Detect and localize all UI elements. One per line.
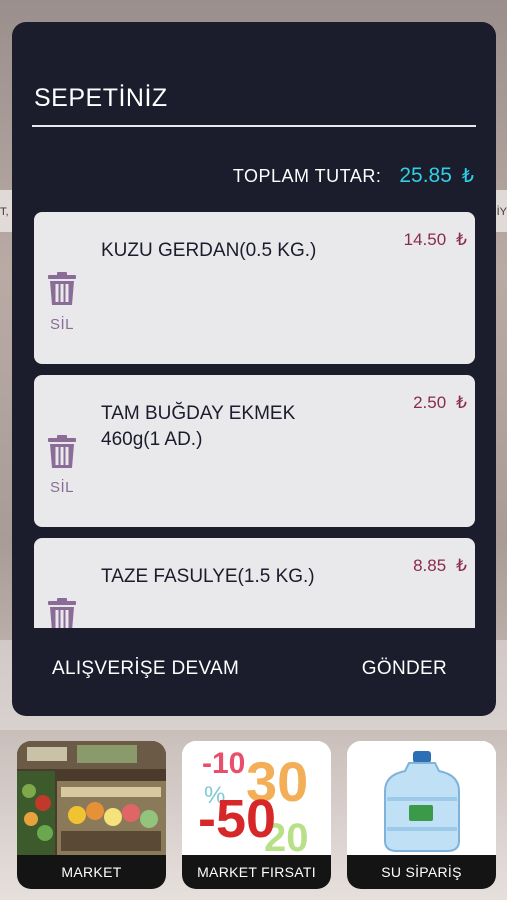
discount-percent-image: 30 -10 % 20 -50: [182, 741, 331, 855]
item-name: KUZU GERDAN(0.5 KG.): [101, 240, 317, 261]
send-order-button[interactable]: GÖNDER: [362, 658, 447, 680]
cart-modal: SEPETİNİZ TOPLAM TUTAR: 25.85 ₺ SİL KUZU…: [12, 22, 496, 716]
cart-item: SİL TAZE FASULYE(1.5 KG.) 8.85 ₺: [34, 538, 475, 628]
category-label: SU SİPARİŞ: [347, 855, 496, 889]
item-price-value: 2.50: [413, 393, 447, 412]
category-label: MARKET FIRSATI: [182, 855, 331, 889]
total-label: TOPLAM TUTAR:: [232, 166, 382, 186]
delete-label: SİL: [49, 479, 74, 496]
title-divider: [32, 125, 476, 127]
trash-icon: [48, 435, 76, 468]
item-price-currency: ₺: [456, 230, 467, 249]
trash-icon: [48, 272, 76, 305]
promo-text-50: -50: [198, 789, 276, 849]
category-label: MARKET: [17, 855, 166, 889]
item-price: 14.50 ₺: [404, 230, 467, 250]
delete-item-button[interactable]: SİL: [44, 272, 80, 333]
item-price: 2.50 ₺: [413, 393, 467, 413]
total-row: TOPLAM TUTAR: 25.85 ₺: [233, 164, 474, 188]
delete-label: SİL: [49, 316, 74, 333]
delete-item-button[interactable]: SİL: [44, 435, 80, 496]
promo-text-10: -10: [202, 747, 245, 780]
continue-shopping-button[interactable]: ALIŞVERİŞE DEVAM: [52, 658, 239, 680]
item-name: TAM BUĞDAY EKMEK 460g(1 AD.): [101, 403, 296, 450]
total-value: 25.85: [399, 164, 452, 187]
item-price-value: 14.50: [403, 230, 447, 249]
total-currency: ₺: [461, 166, 474, 187]
delete-item-button[interactable]: SİL: [44, 598, 80, 628]
item-price-currency: ₺: [456, 393, 467, 412]
cart-items-list[interactable]: SİL KUZU GERDAN(0.5 KG.) 14.50 ₺ SİL TAM…: [34, 212, 476, 628]
background-text-left: T,: [0, 206, 9, 218]
category-tile-water-order[interactable]: SU SİPARİŞ: [347, 741, 496, 889]
item-name: TAZE FASULYE(1.5 KG.): [101, 566, 315, 587]
item-price: 8.85 ₺: [413, 556, 467, 576]
item-price-currency: ₺: [456, 556, 467, 575]
background-text-right: İY: [496, 206, 507, 218]
item-price-value: 8.85: [413, 556, 447, 575]
category-tile-market-deals[interactable]: 30 -10 % 20 -50 MARKET FIRSATI: [182, 741, 331, 889]
water-bottle-image: [347, 741, 496, 855]
market-shelf-image: [17, 741, 166, 855]
cart-item: SİL TAM BUĞDAY EKMEK 460g(1 AD.) 2.50 ₺: [34, 375, 475, 527]
category-tile-market[interactable]: MARKET: [17, 741, 166, 889]
trash-icon: [48, 598, 76, 628]
cart-item: SİL KUZU GERDAN(0.5 KG.) 14.50 ₺: [34, 212, 475, 364]
cart-title: SEPETİNİZ: [34, 84, 168, 112]
